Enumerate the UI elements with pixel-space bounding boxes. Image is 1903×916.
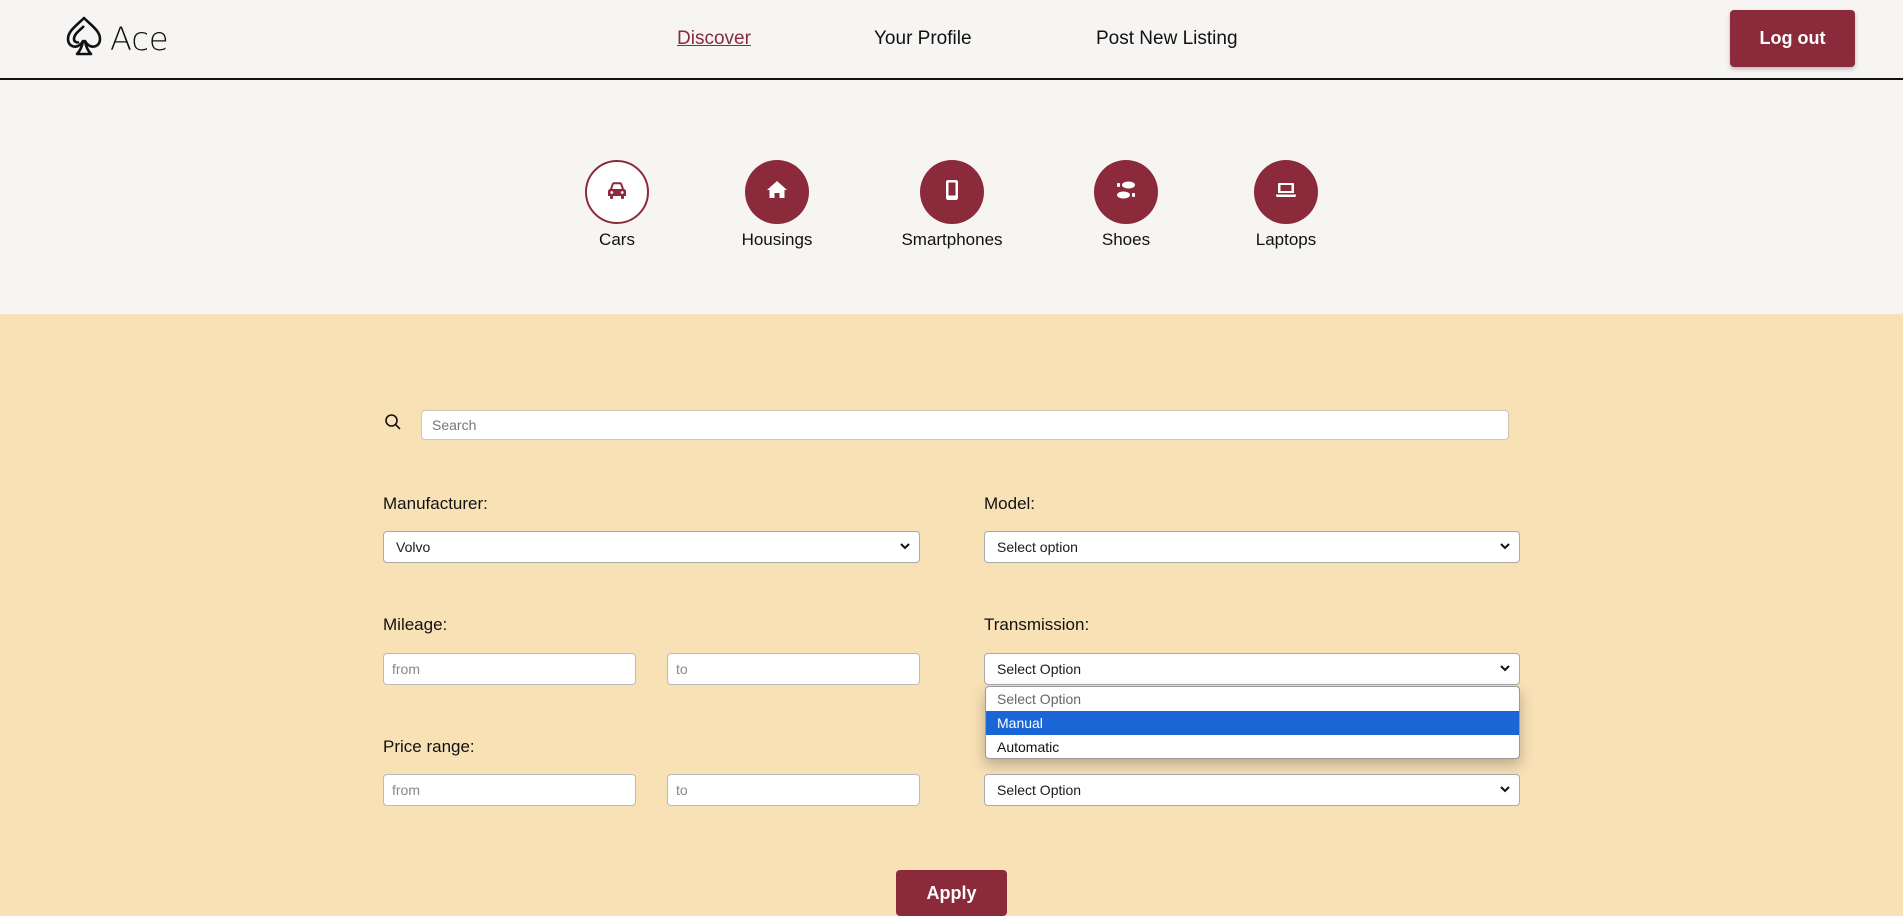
category-label: Cars <box>599 230 635 249</box>
secondary-select[interactable]: Select Option <box>984 774 1520 806</box>
category-housings-circle <box>745 160 809 224</box>
search-input[interactable] <box>421 410 1509 440</box>
category-cars-circle <box>585 160 649 224</box>
price-range-label: Price range: <box>383 737 475 756</box>
dropdown-option-manual[interactable]: Manual <box>986 711 1519 735</box>
category-cars[interactable]: Cars <box>547 160 687 250</box>
manufacturer-select[interactable]: Volvo <box>383 531 920 563</box>
category-housings[interactable]: Housings <box>707 160 847 250</box>
top-nav-bar: Ace Discover Your Profile Post New Listi… <box>0 0 1903 80</box>
price-from-input[interactable] <box>383 774 636 806</box>
transmission-dropdown-list: Select Option Manual Automatic <box>985 686 1520 759</box>
spade-logo-icon <box>62 14 106 63</box>
car-icon <box>605 178 629 207</box>
category-label: Smartphones <box>901 230 1003 249</box>
category-label: Housings <box>741 230 813 249</box>
model-select[interactable]: Select option <box>984 531 1520 563</box>
nav-discover[interactable]: Discover <box>677 28 751 50</box>
apply-button[interactable]: Apply <box>896 870 1007 916</box>
shoes-icon <box>1114 178 1138 207</box>
category-smartphones[interactable]: Smartphones <box>882 160 1022 250</box>
smartphone-icon <box>940 178 964 207</box>
category-laptops-circle <box>1254 160 1318 224</box>
price-to-input[interactable] <box>667 774 920 806</box>
dropdown-option-select-option[interactable]: Select Option <box>986 687 1519 711</box>
category-label: Laptops <box>1255 230 1317 249</box>
search-icon <box>384 413 402 431</box>
category-label: Shoes <box>1101 230 1151 249</box>
laptop-icon <box>1274 178 1298 207</box>
nav-post-new-listing[interactable]: Post New Listing <box>1096 28 1238 50</box>
transmission-label: Transmission: <box>984 615 1090 634</box>
model-select-value: Select option <box>997 539 1078 555</box>
chevron-down-icon <box>1500 665 1510 672</box>
manufacturer-select-value: Volvo <box>396 539 431 555</box>
chevron-down-icon <box>1500 543 1510 550</box>
manufacturer-label: Manufacturer: <box>383 494 488 513</box>
dropdown-option-automatic[interactable]: Automatic <box>986 735 1519 758</box>
secondary-select-value: Select Option <box>997 782 1082 798</box>
model-label: Model: <box>984 494 1036 513</box>
category-shoes[interactable]: Shoes <box>1056 160 1196 250</box>
house-icon <box>765 178 789 207</box>
category-shoes-circle <box>1094 160 1158 224</box>
mileage-to-input[interactable] <box>667 653 920 685</box>
category-smartphones-circle <box>920 160 984 224</box>
transmission-select[interactable]: Select Option <box>984 653 1520 685</box>
chevron-down-icon <box>900 543 910 550</box>
logo-text: Ace <box>110 19 169 58</box>
mileage-label: Mileage: <box>383 615 448 634</box>
logout-button[interactable]: Log out <box>1730 10 1855 67</box>
category-laptops[interactable]: Laptops <box>1216 160 1356 250</box>
mileage-from-input[interactable] <box>383 653 636 685</box>
filter-panel <box>0 314 1903 916</box>
chevron-down-icon <box>1500 786 1510 793</box>
logo[interactable]: Ace <box>62 14 169 63</box>
transmission-select-value: Select Option <box>997 661 1082 677</box>
nav-your-profile[interactable]: Your Profile <box>874 28 972 50</box>
